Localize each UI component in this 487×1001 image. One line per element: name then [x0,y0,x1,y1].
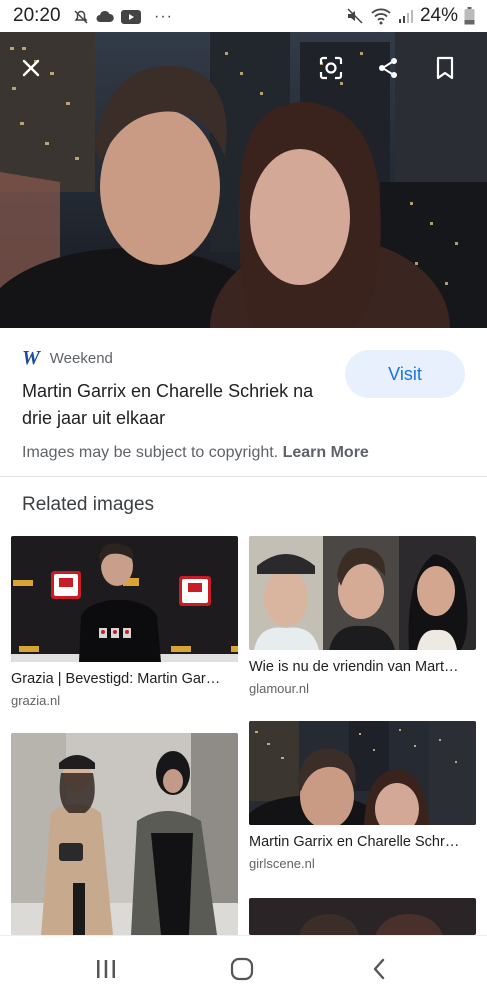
related-card-domain: girlscene.nl [249,856,315,871]
related-card[interactable]: Wie is nu de vriendin van Mart… glamour.… [249,536,476,696]
signal-icon [398,10,413,23]
home-icon [230,957,254,981]
status-notification-icons: ··· [73,8,173,26]
wifi-icon [371,8,391,25]
share-icon [379,58,397,78]
related-thumbnail[interactable] [249,898,476,935]
copyright-text: Images may be subject to copyright. [22,444,279,461]
back-icon [373,958,385,980]
youtube-icon [121,10,141,24]
mute-icon [347,8,363,24]
recents-button[interactable] [91,954,121,984]
related-images-heading: Related images [22,494,155,515]
article-title[interactable]: Martin Garrix en Charelle Schriek na dri… [22,378,332,432]
share-button[interactable] [372,52,404,84]
bookmark-icon [436,56,454,80]
related-thumbnail[interactable] [249,721,476,825]
related-card[interactable] [249,898,476,935]
close-button[interactable] [15,52,47,84]
thumbnail-photo [249,721,476,825]
hero-image[interactable] [0,32,487,328]
related-thumbnail[interactable] [11,733,238,935]
learn-more-link[interactable]: Learn More [283,444,369,461]
thumbnail-photo [249,898,476,935]
bookmark-button[interactable] [429,52,461,84]
related-card-title: Grazia | Bevestigd: Martin Gar… [11,671,221,687]
cloud-icon [96,10,114,22]
visit-button[interactable]: Visit [345,350,465,398]
recents-icon [97,960,115,978]
lens-icon [319,56,343,80]
thumbnail-photo [249,536,476,650]
status-bar: 20:20 ··· 24% [0,0,487,32]
thumbnail-photo [11,733,238,935]
related-card-title: Martin Garrix en Charelle Schr… [249,834,460,850]
related-card[interactable]: Martin Garrix en Charelle Schr… girlscen… [249,721,476,871]
status-time: 20:20 [13,5,61,26]
source-name: Weekend [49,350,113,367]
more-notifications-icon: ··· [154,8,173,25]
battery-percent: 24% [419,5,458,26]
related-card[interactable] [11,733,238,935]
related-card-domain: glamour.nl [249,681,309,696]
thumbnail-photo [11,536,238,662]
close-icon [22,59,40,77]
hero-photo [0,32,487,328]
home-button[interactable] [227,954,257,984]
source-logo: W [22,347,40,369]
related-card-domain: grazia.nl [11,693,61,708]
related-card-title: Wie is nu de vriendin van Mart… [249,659,459,675]
system-nav-bar [0,935,487,1001]
battery-icon [464,7,475,25]
mute-notifications-icon [74,10,88,24]
related-card[interactable]: Grazia | Bevestigd: Martin Gar… grazia.n… [11,536,238,708]
copyright-notice: Images may be subject to copyright. Lear… [22,444,369,462]
lens-button[interactable] [315,52,347,84]
related-thumbnail[interactable] [249,536,476,650]
source-row[interactable]: W Weekend [22,347,113,370]
related-thumbnail[interactable] [11,536,238,662]
status-system-icons: 24% [346,5,475,27]
divider [0,476,487,477]
back-button[interactable] [364,954,394,984]
